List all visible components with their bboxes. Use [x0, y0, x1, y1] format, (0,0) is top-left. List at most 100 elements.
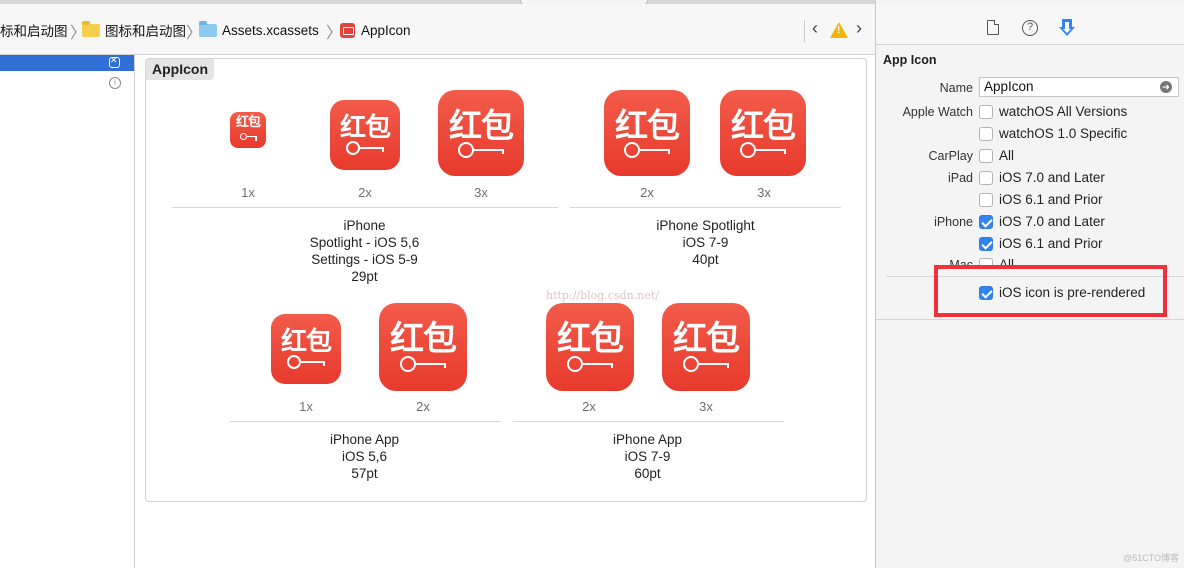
icon-glyph: 红包	[339, 112, 391, 143]
group-label-line: iPhone Spotlight	[656, 218, 755, 233]
asset-badge-icon	[109, 55, 120, 68]
group-label-line: 57pt	[351, 466, 378, 481]
group-divider	[230, 421, 501, 422]
carplay-label: CarPlay	[928, 149, 973, 163]
icon-slot-29-1x[interactable]: 红包	[230, 112, 266, 148]
checkbox-label: iOS 6.1 and Prior	[999, 236, 1103, 251]
icon-glyph: 红包	[449, 105, 514, 145]
breadcrumb-label: 标和启动图	[0, 24, 68, 39]
attributes-inspector-icon[interactable]	[1058, 18, 1076, 38]
asset-editor: AppIcon 红包 红包 红包 1x 2x 3x iPhone Spotlig…	[135, 55, 875, 568]
key-icon	[567, 356, 613, 372]
key-icon	[683, 356, 729, 372]
panel-title: AppIcon	[146, 59, 214, 80]
icon-slot-29-2x[interactable]: 红包	[330, 100, 400, 170]
group-label-line: iPhone	[343, 218, 386, 233]
key-icon	[740, 141, 786, 158]
apple-watch-label: Apple Watch	[902, 105, 973, 119]
scale-label: 2x	[582, 399, 596, 414]
icon-slot-29-3x[interactable]: 红包	[438, 90, 524, 176]
checkbox-carplay-all[interactable]	[979, 149, 993, 163]
checkbox-label: iOS 7.0 and Later	[999, 214, 1105, 229]
arrow-right-circle-icon[interactable]: ➜	[1160, 81, 1172, 93]
key-icon	[239, 129, 257, 144]
help-icon[interactable]: ?	[1022, 20, 1038, 36]
breadcrumb-item[interactable]: AppIcon	[340, 21, 411, 39]
icon-slot-57-2x[interactable]: 红包	[379, 303, 467, 391]
group-label: iPhone App iOS 5,6 57pt	[252, 431, 477, 482]
checkbox-ipad-ios7[interactable]	[979, 171, 993, 185]
breadcrumb-item[interactable]: 标和启动图	[0, 21, 68, 39]
group-label: iPhone Spotlight - iOS 5,6 Settings - iO…	[252, 217, 477, 285]
iphone-label: iPhone	[934, 215, 973, 229]
annotation-highlight-box	[934, 265, 1167, 317]
document-outline: i	[0, 55, 135, 568]
checkbox-ipad-ios6[interactable]	[979, 193, 993, 207]
group-label: iPhone App iOS 7-9 60pt	[535, 431, 760, 482]
key-icon	[400, 356, 446, 372]
jump-bar: 标和启动图 〉 图标和启动图 〉 Assets.xcassets 〉 AppIc…	[0, 4, 875, 55]
scale-label: 1x	[299, 399, 313, 414]
outline-row-selected[interactable]	[0, 55, 134, 71]
group-label-line: iPhone App	[612, 432, 683, 447]
chevron-right-icon[interactable]: ›	[856, 18, 862, 40]
inspector-tab-bar: ?	[876, 4, 1184, 45]
folder-icon	[82, 20, 100, 37]
scale-label: 3x	[757, 185, 771, 200]
divider	[876, 319, 1184, 320]
scale-label: 3x	[474, 185, 488, 200]
info-circle-icon: i	[109, 77, 121, 89]
key-icon	[458, 141, 504, 158]
icon-glyph: 红包	[235, 115, 261, 130]
scale-label: 2x	[358, 185, 372, 200]
group-divider	[570, 207, 841, 208]
icon-glyph: 红包	[390, 319, 457, 359]
breadcrumb-label: AppIcon	[361, 22, 411, 38]
group-label-line: Spotlight - iOS 5,6	[309, 235, 420, 250]
breadcrumb-item[interactable]: 图标和启动图	[82, 20, 186, 39]
group-label-line: 29pt	[351, 269, 378, 284]
icon-slot-57-1x[interactable]: 红包	[271, 314, 341, 384]
icon-slot-40-2x[interactable]: 红包	[604, 90, 690, 176]
breadcrumb-label: Assets.xcassets	[222, 22, 319, 38]
checkbox-iphone-ios6[interactable]	[979, 237, 993, 251]
icon-slot-60-2x[interactable]: 红包	[546, 303, 634, 391]
breadcrumb-label: 图标和启动图	[105, 24, 186, 39]
icon-glyph: 红包	[615, 105, 680, 145]
icon-slot-60-3x[interactable]: 红包	[662, 303, 750, 391]
group-label-line: iOS 7-9	[682, 235, 729, 250]
divider	[804, 20, 805, 42]
checkbox-label: watchOS 1.0 Specific	[999, 126, 1128, 141]
group-label-line: Settings - iOS 5-9	[311, 252, 418, 267]
checkbox-label: iOS 6.1 and Prior	[999, 192, 1103, 207]
group-divider	[513, 421, 784, 422]
watermark: http://blog.csdn.net/	[546, 289, 659, 302]
checkbox-watchos-all[interactable]	[979, 105, 993, 119]
chevron-left-icon[interactable]: ‹	[812, 18, 818, 40]
warning-icon[interactable]: !	[830, 22, 848, 38]
group-label-line: 60pt	[634, 466, 661, 481]
icon-slot-40-3x[interactable]: 红包	[720, 90, 806, 176]
icon-glyph: 红包	[673, 319, 740, 359]
breadcrumb-item[interactable]: Assets.xcassets	[199, 20, 319, 39]
appicon-file-icon	[340, 22, 355, 38]
corner-watermark: @51CTO博客	[1123, 553, 1179, 563]
scale-label: 2x	[640, 185, 654, 200]
scale-label: 3x	[699, 399, 713, 414]
inspector-section-title: App Icon	[883, 53, 937, 67]
ipad-label: iPad	[947, 171, 973, 185]
group-label: iPhone Spotlight iOS 7-9 40pt	[593, 217, 818, 268]
name-field[interactable]: AppIcon ➜	[979, 77, 1179, 97]
checkbox-label: watchOS All Versions	[999, 104, 1128, 119]
group-label-line: 40pt	[692, 252, 719, 267]
icon-glyph: 红包	[557, 319, 624, 359]
icon-glyph: 红包	[731, 105, 796, 145]
name-label: Name	[939, 81, 973, 95]
appicon-panel: AppIcon 红包 红包 红包 1x 2x 3x iPhone Spotlig…	[145, 58, 867, 502]
folder-blue-icon	[199, 20, 217, 37]
name-value: AppIcon	[984, 79, 1034, 94]
checkbox-iphone-ios7[interactable]	[979, 215, 993, 229]
checkbox-watchos-1[interactable]	[979, 127, 993, 141]
file-inspector-icon[interactable]	[987, 20, 999, 35]
group-label-line: iPhone App	[329, 432, 400, 447]
